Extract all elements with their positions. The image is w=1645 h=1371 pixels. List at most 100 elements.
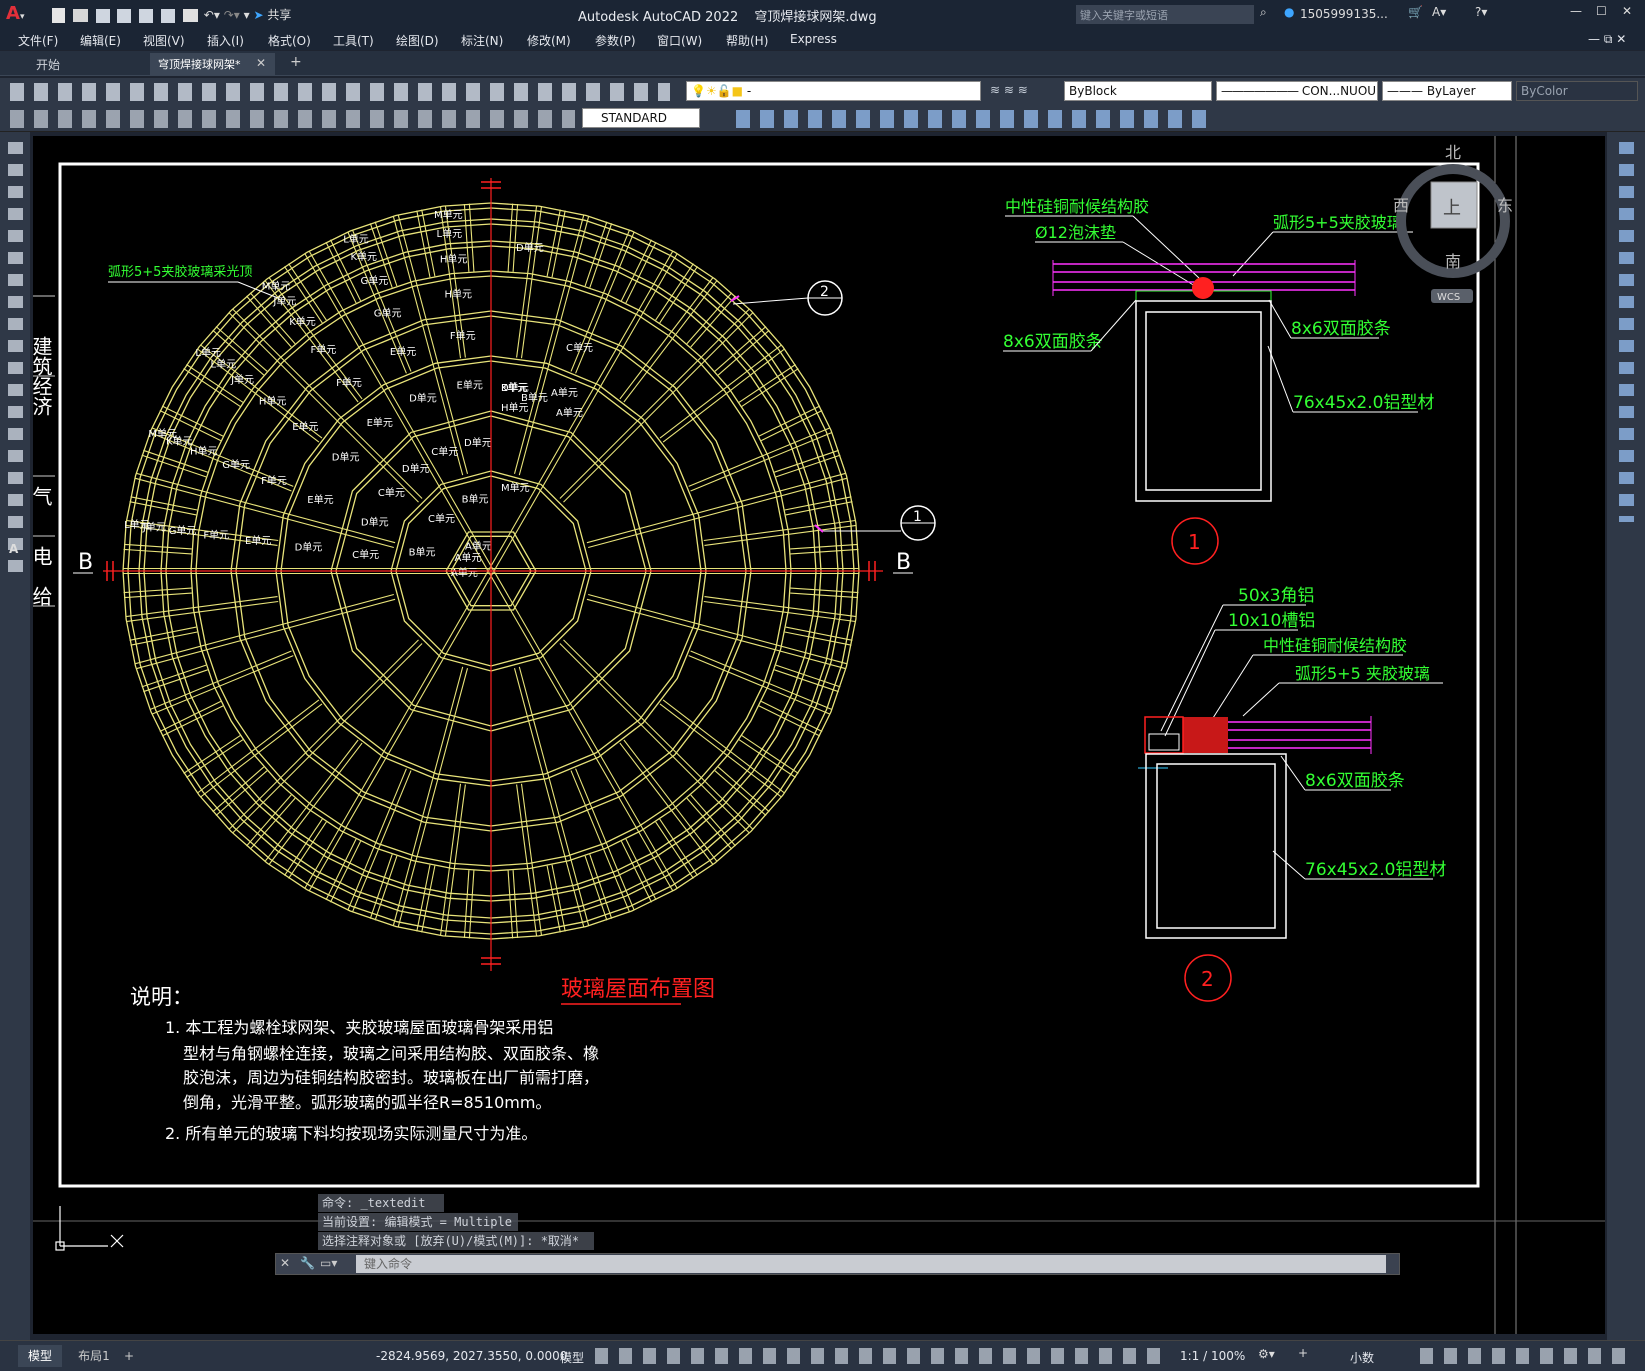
tab-add-layout[interactable]: + bbox=[124, 1345, 134, 1367]
viewcube-top[interactable]: 上 bbox=[1443, 198, 1461, 219]
menu-file[interactable]: 文件(F) bbox=[18, 32, 58, 49]
text-style-dropdown[interactable]: STANDARD bbox=[582, 108, 700, 128]
close-command-icon[interactable]: ✕ bbox=[280, 1256, 290, 1270]
unit-label: G单元 bbox=[222, 459, 250, 471]
drawing-svg[interactable]: 建筑经济 气 电 给 A单元A单元A单元B单元C单元B单元C单元D单元C单元D单… bbox=[33, 136, 1605, 1334]
doc-minimize-button[interactable]: — ⧉ ✕ bbox=[1588, 32, 1626, 47]
menu-view[interactable]: 视图(V) bbox=[143, 32, 185, 49]
dome-rib bbox=[444, 784, 466, 937]
menu-window[interactable]: 窗口(W) bbox=[657, 32, 702, 49]
save-web-icon[interactable] bbox=[161, 8, 176, 23]
d2-angle-label: 50x3角铝 bbox=[1238, 586, 1315, 606]
dome-rib bbox=[717, 329, 770, 376]
drawing-canvas[interactable]: 建筑经济 气 电 给 A单元 A单元 A单元 B单元 C单元 B单元 C单元 D单元 C单元 D单… bbox=[33, 136, 1605, 1334]
viewcube-south[interactable]: 南 bbox=[1445, 252, 1461, 271]
model-space-toggle[interactable]: 模型 bbox=[560, 1349, 584, 1366]
undo-icon[interactable]: ↶▾ bbox=[204, 8, 220, 22]
layer-value: - bbox=[746, 84, 752, 98]
tab-model[interactable]: 模型 bbox=[18, 1345, 62, 1367]
dome-rib bbox=[714, 770, 767, 816]
dome-rib bbox=[468, 870, 475, 939]
color-value: ByBlock bbox=[1069, 84, 1117, 98]
ucs-icon bbox=[55, 1206, 124, 1251]
unit-label: L单元 bbox=[211, 358, 237, 370]
save-icon[interactable] bbox=[95, 8, 110, 23]
unit-label: D单元 bbox=[409, 392, 437, 404]
tab-start[interactable]: 开始 bbox=[18, 54, 148, 74]
dome-rib bbox=[790, 543, 859, 550]
layer-dropdown[interactable]: 💡☀🔓■ - bbox=[686, 81, 981, 101]
cart-icon[interactable]: 🛒 bbox=[1408, 5, 1423, 19]
autodesk-account-icon[interactable]: A▾ bbox=[1432, 5, 1446, 19]
modify-tool-icons[interactable] bbox=[1619, 142, 1634, 522]
drafting-toggles[interactable] bbox=[595, 1348, 1165, 1364]
menu-parametric[interactable]: 参数(P) bbox=[595, 32, 636, 49]
plus-icon[interactable]: + bbox=[1298, 1346, 1308, 1360]
user-name[interactable]: 1505999135... bbox=[1300, 7, 1388, 21]
viewcube-east[interactable]: 东 bbox=[1497, 196, 1513, 215]
linetype-dropdown[interactable]: ——————— CON...NUOU bbox=[1216, 81, 1378, 101]
help-icon[interactable]: ?▾ bbox=[1475, 5, 1487, 19]
side-text-2: 气 bbox=[33, 486, 53, 506]
unit-label: E单元 bbox=[245, 535, 271, 547]
draw-tool-icons[interactable] bbox=[8, 142, 23, 582]
search-box[interactable]: 键入关键字或短语 bbox=[1076, 5, 1254, 24]
units-display[interactable]: 小数 bbox=[1350, 1349, 1374, 1366]
multiline-text-icon[interactable]: A bbox=[9, 542, 18, 556]
new-icon[interactable] bbox=[52, 8, 65, 23]
customize-command-icon[interactable]: 🔧 bbox=[300, 1256, 315, 1270]
quick-access-toolbar: ↶▾ ↷▾ ▾ ➤ 共享 bbox=[50, 6, 291, 23]
command-prompt-icon[interactable]: ▭▾ bbox=[320, 1256, 337, 1270]
unit-label: F单元 bbox=[261, 475, 287, 487]
minimize-button[interactable]: — bbox=[1570, 4, 1582, 18]
menu-format[interactable]: 格式(O) bbox=[268, 32, 311, 49]
status-right-icons[interactable] bbox=[1420, 1348, 1635, 1364]
menu-help[interactable]: 帮助(H) bbox=[726, 32, 768, 49]
dome-rib bbox=[774, 669, 839, 693]
menu-edit[interactable]: 编辑(E) bbox=[80, 32, 121, 49]
maximize-button[interactable]: ☐ bbox=[1596, 4, 1607, 18]
settings-gear-icon[interactable]: ⚙▾ bbox=[1258, 1347, 1275, 1361]
redo-icon[interactable]: ↷▾ bbox=[224, 8, 240, 22]
note-line-2: 型材与角钢螺栓连接，玻璃之间采用结构胶、双面胶条、橡 bbox=[183, 1044, 599, 1063]
open-web-icon[interactable] bbox=[139, 8, 154, 23]
dome-rib bbox=[507, 203, 514, 272]
wcs-menu[interactable]: WCS bbox=[1437, 292, 1460, 303]
menu-bar: 文件(F) 编辑(E) 视图(V) 插入(I) 格式(O) 工具(T) 绘图(D… bbox=[0, 28, 1645, 50]
open-icon[interactable] bbox=[72, 9, 88, 22]
saveas-icon[interactable] bbox=[117, 8, 132, 23]
app-menu-button[interactable]: A▾ bbox=[6, 3, 32, 25]
menu-modify[interactable]: 修改(M) bbox=[527, 32, 571, 49]
command-input[interactable]: 键入命令 bbox=[356, 1255, 1386, 1273]
share-icon[interactable]: ➤ bbox=[253, 8, 263, 22]
share-label[interactable]: 共享 bbox=[267, 8, 291, 22]
dome-rib bbox=[688, 427, 831, 487]
viewcube-north[interactable]: 北 bbox=[1445, 143, 1461, 162]
tab-close-icon[interactable]: ✕ bbox=[256, 56, 266, 70]
unit-label: L单元 bbox=[437, 228, 463, 240]
close-button[interactable]: ✕ bbox=[1622, 4, 1632, 18]
plotstyle-dropdown[interactable]: ByColor bbox=[1516, 81, 1638, 101]
note-line-4: 倒角，光滑平整。弧形玻璃的弧半径R=8510mm。 bbox=[183, 1093, 551, 1112]
search-icon[interactable]: ⌕ bbox=[1260, 5, 1267, 20]
lightbulb-icon: 💡☀🔓■ bbox=[691, 84, 743, 98]
customize-icon[interactable]: ▾ bbox=[244, 8, 250, 22]
menu-insert[interactable]: 插入(I) bbox=[207, 32, 244, 49]
unit-label: H单元 bbox=[440, 254, 468, 266]
menu-express[interactable]: Express bbox=[790, 32, 837, 46]
viewcube-west[interactable]: 西 bbox=[1393, 196, 1409, 215]
unit-label: A单元 bbox=[551, 387, 578, 399]
print-icon[interactable] bbox=[182, 9, 198, 22]
unit-label: E单元 bbox=[292, 421, 318, 433]
menu-dimension[interactable]: 标注(N) bbox=[461, 32, 503, 49]
color-dropdown[interactable]: ByBlock bbox=[1064, 81, 1212, 101]
annotation-scale[interactable]: 1:1 / 100% bbox=[1180, 1349, 1245, 1363]
layer-tools-icons[interactable]: ≋ ≋ ≋ bbox=[990, 83, 1028, 97]
new-tab-button[interactable]: + bbox=[290, 54, 302, 70]
lineweight-dropdown[interactable]: ——— ByLayer bbox=[1382, 81, 1512, 101]
menu-tools[interactable]: 工具(T) bbox=[333, 32, 374, 49]
user-icon[interactable]: ● bbox=[1284, 5, 1294, 19]
coordinates[interactable]: -2824.9569, 2027.3550, 0.0000 bbox=[376, 1349, 567, 1363]
menu-draw[interactable]: 绘图(D) bbox=[396, 32, 439, 49]
tab-layout1[interactable]: 布局1 bbox=[72, 1345, 116, 1367]
